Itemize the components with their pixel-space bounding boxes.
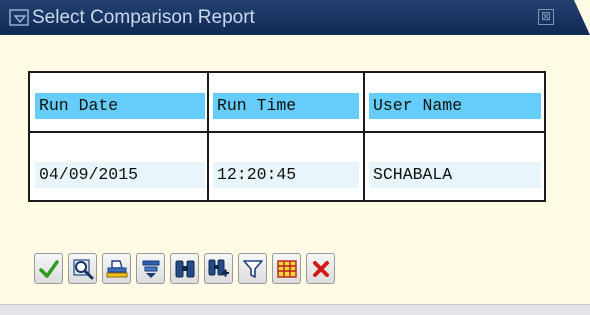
find-button[interactable] — [170, 253, 199, 284]
window-title: Select Comparison Report — [32, 7, 255, 28]
title-bar: Select Comparison Report ⊠ — [0, 0, 590, 35]
continue-button[interactable] — [34, 253, 63, 284]
grid-icon — [276, 259, 297, 278]
funnel-icon — [242, 259, 263, 278]
find-next-button[interactable] — [204, 253, 233, 284]
cell-user-name[interactable]: SCHABALA — [369, 162, 541, 188]
binoculars-icon — [175, 260, 194, 277]
sort-button[interactable] — [136, 253, 165, 284]
filter-button[interactable] — [238, 253, 267, 284]
sort-icon — [142, 260, 159, 278]
report-table: Run Date Run Time User Name 04/09/2015 1… — [28, 71, 546, 202]
details-button[interactable] — [68, 253, 97, 284]
layout-button[interactable] — [272, 253, 301, 284]
column-header-run-date[interactable]: Run Date — [35, 93, 205, 119]
binoculars-plus-icon — [208, 259, 229, 276]
column-divider — [363, 73, 365, 200]
column-header-user-name[interactable]: User Name — [369, 93, 541, 119]
magnifier-icon — [72, 258, 93, 279]
checkmark-icon — [38, 259, 59, 278]
cancel-button[interactable] — [306, 253, 335, 284]
red-x-icon — [312, 260, 329, 277]
status-strip — [0, 304, 590, 315]
column-header-run-time[interactable]: Run Time — [213, 93, 359, 119]
print-button[interactable] — [102, 253, 131, 284]
cell-run-time[interactable]: 12:20:45 — [213, 162, 359, 188]
printer-icon — [106, 259, 127, 277]
cell-run-date[interactable]: 04/09/2015 — [35, 162, 205, 188]
title-bar-corner — [574, 0, 590, 35]
column-divider — [207, 73, 209, 200]
row-divider — [30, 131, 544, 133]
window-icon — [9, 9, 29, 26]
close-icon[interactable]: ⊠ — [538, 9, 554, 25]
